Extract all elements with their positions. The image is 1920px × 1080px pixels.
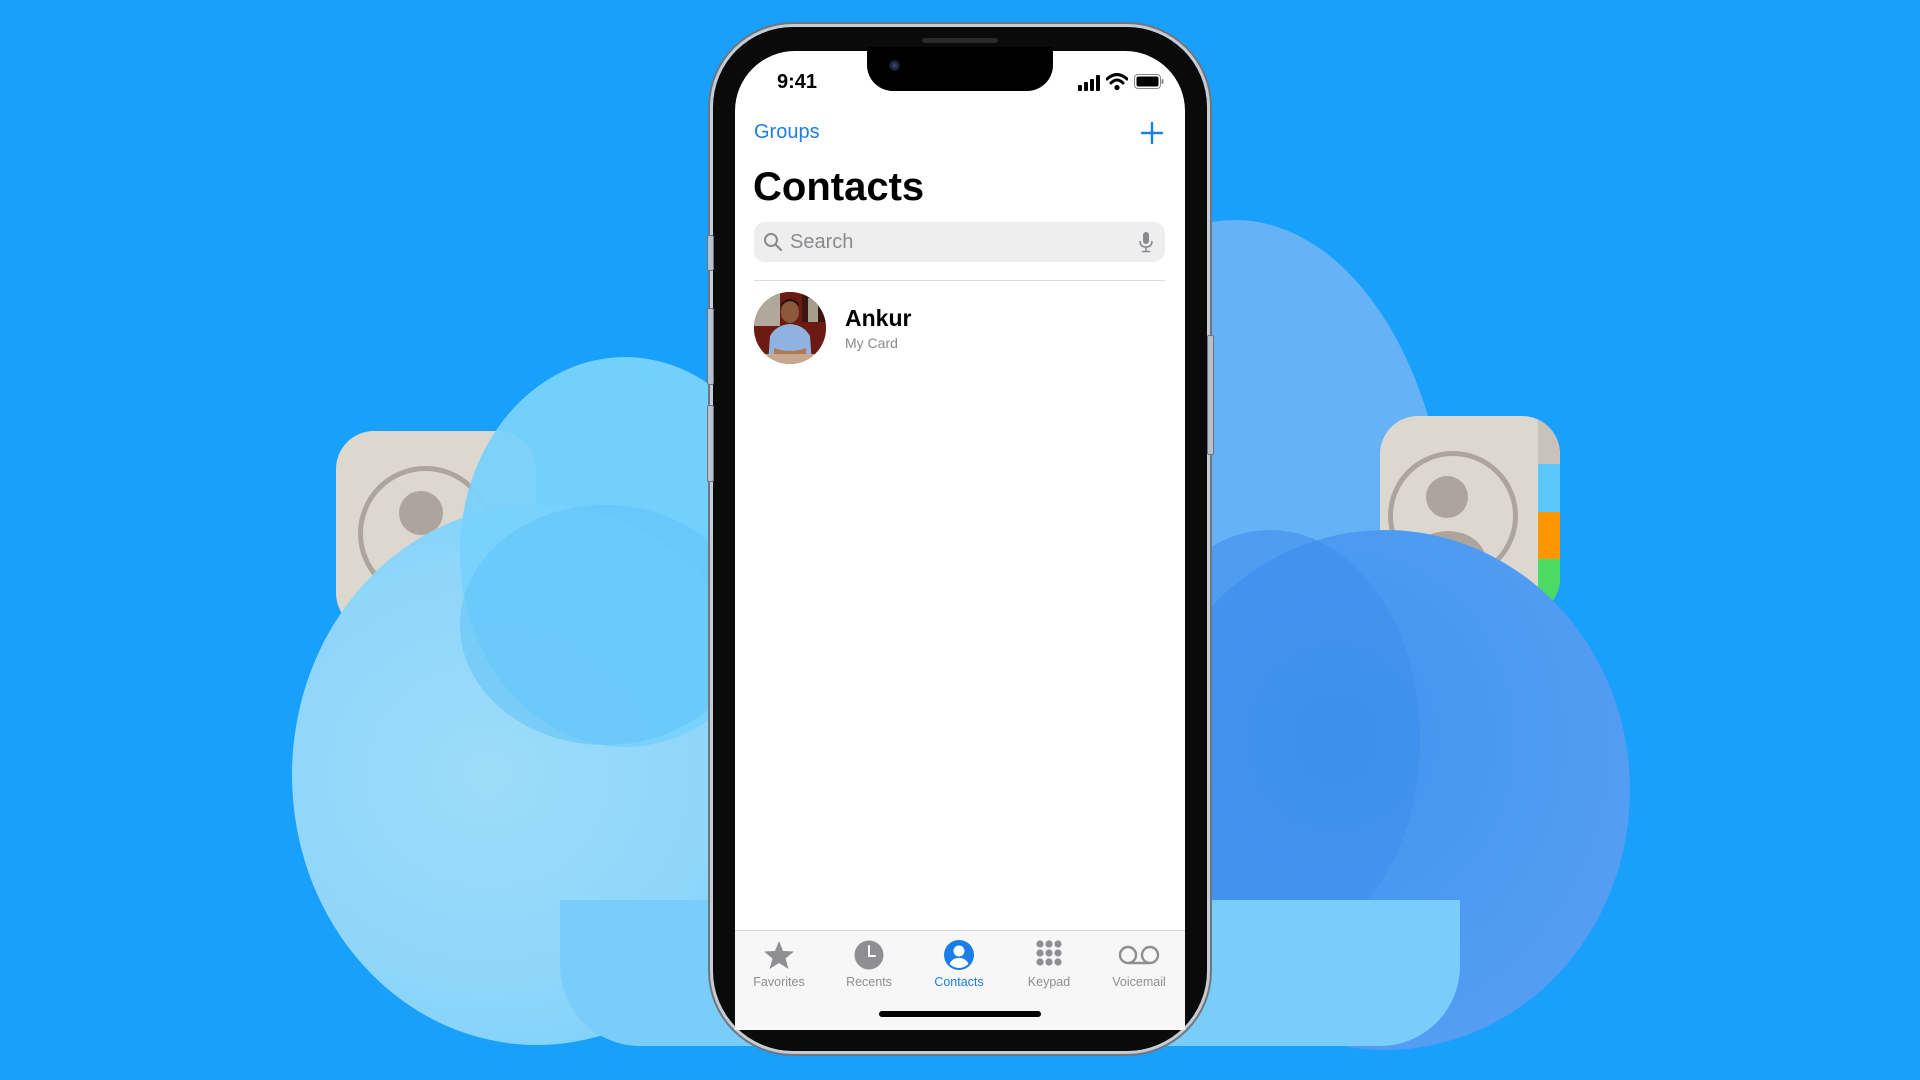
tab-strip-orange (1538, 512, 1560, 559)
power-button (1207, 335, 1214, 455)
tab-label: Contacts (934, 975, 984, 989)
home-indicator[interactable] (879, 1011, 1041, 1017)
cellular-signal-icon (1078, 75, 1102, 91)
groups-button[interactable]: Groups (754, 121, 820, 144)
wifi-icon (1105, 73, 1129, 91)
volume-up-button (707, 308, 714, 385)
tab-label: Recents (846, 975, 892, 989)
search-placeholder: Search (790, 231, 854, 253)
tab-label: Favorites (753, 975, 805, 989)
tab-strip-blue (1538, 464, 1560, 512)
plus-icon (1140, 121, 1164, 145)
contact-subtitle: My Card (845, 335, 898, 351)
contact-head (1426, 476, 1468, 518)
search-icon (763, 232, 783, 252)
status-time: 9:41 (777, 71, 818, 93)
speaker-grille (922, 38, 998, 43)
tab-label: Voicemail (1112, 975, 1166, 989)
silent-switch (707, 235, 714, 271)
microphone-icon[interactable] (1138, 231, 1154, 253)
front-camera (889, 60, 900, 71)
keypad-icon (1033, 939, 1065, 971)
cloud-shape (460, 505, 750, 745)
contact-name: Ankur (845, 305, 912, 331)
star-icon (763, 939, 795, 971)
volume-down-button (707, 405, 714, 482)
tab-label: Keypad (1027, 975, 1071, 989)
person-circle-icon (943, 939, 975, 971)
page-title: Contacts (753, 165, 925, 209)
battery-icon (1134, 74, 1164, 89)
avatar (754, 292, 826, 364)
add-contact-button[interactable] (1140, 121, 1164, 145)
voicemail-icon (1117, 939, 1161, 971)
list-divider (754, 280, 1165, 281)
tab-strip-gray (1538, 416, 1560, 464)
clock-icon (853, 939, 885, 971)
